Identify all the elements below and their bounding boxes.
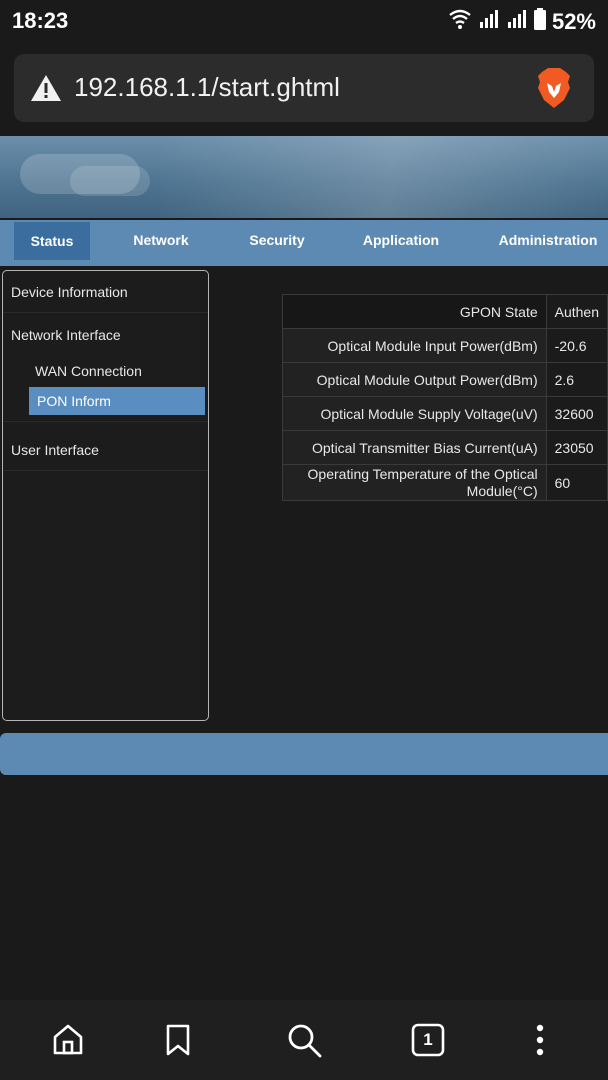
router-banner	[0, 136, 608, 218]
row-label: GPON State	[282, 294, 547, 329]
row-value: 60	[545, 464, 608, 501]
row-value: 2.6	[545, 362, 608, 397]
sidebar-item-device-information[interactable]: Device Information	[3, 271, 208, 313]
row-value: 23050	[545, 430, 608, 465]
pon-info-table-wrap: GPON State Authen Optical Module Input P…	[282, 294, 608, 504]
row-label: Operating Temperature of the Optical Mod…	[282, 464, 547, 501]
row-value: 32600	[545, 396, 608, 431]
home-icon	[53, 1024, 83, 1055]
bookmark-icon	[166, 1024, 190, 1056]
browser-bottom-nav: 1	[0, 1000, 608, 1080]
wifi-icon	[448, 8, 472, 35]
signal-icon	[506, 8, 528, 35]
warning-icon[interactable]	[30, 74, 62, 107]
table-row: Operating Temperature of the Optical Mod…	[282, 464, 608, 501]
tabs-button[interactable]: 1	[408, 1020, 448, 1060]
status-icons: 52%	[448, 8, 596, 35]
table-row: Optical Module Input Power(dBm) -20.6	[282, 328, 608, 363]
sidebar-item-user-interface[interactable]: User Interface	[3, 429, 208, 471]
brave-shield-icon[interactable]	[536, 68, 572, 113]
sidebar: Device Information Network Interface WAN…	[2, 270, 209, 721]
tab-count: 1	[423, 1030, 433, 1049]
status-time: 18:23	[12, 8, 69, 33]
sidebar-item-network-interface[interactable]: Network Interface	[3, 323, 208, 347]
tab-application[interactable]: Application	[350, 220, 452, 266]
tab-administration[interactable]: Administration	[486, 220, 608, 266]
status-bar: 18:23 52%	[0, 0, 608, 42]
pon-info-table: GPON State Authen Optical Module Input P…	[282, 294, 608, 501]
battery-level: 52%	[551, 8, 596, 34]
tab-network[interactable]: Network	[118, 220, 204, 266]
address-bar[interactable]: 192.168.1.1/start.ghtml	[14, 54, 594, 122]
table-row: Optical Module Output Power(dBm) 2.6	[282, 362, 608, 397]
row-label: Optical Module Input Power(dBm)	[282, 328, 547, 363]
table-row: Optical Transmitter Bias Current(uA) 230…	[282, 430, 608, 465]
bookmark-button[interactable]	[158, 1020, 198, 1060]
page-footer-bar	[0, 733, 608, 775]
row-label: Optical Transmitter Bias Current(uA)	[282, 430, 547, 465]
url-text[interactable]: 192.168.1.1/start.ghtml	[74, 72, 340, 103]
signal-icon	[478, 8, 500, 35]
menu-button[interactable]	[520, 1020, 560, 1060]
row-label: Optical Module Output Power(dBm)	[282, 362, 547, 397]
table-row: Optical Module Supply Voltage(uV) 32600	[282, 396, 608, 431]
tab-status[interactable]: Status	[14, 222, 90, 260]
search-icon	[288, 1024, 322, 1058]
sidebar-item-pon-inform[interactable]: PON Inform	[29, 387, 205, 415]
sidebar-item-wan-connection[interactable]: WAN Connection	[29, 359, 142, 383]
main-nav: Status Network Security Application Admi…	[0, 220, 608, 266]
row-label: Optical Module Supply Voltage(uV)	[282, 396, 547, 431]
table-row: GPON State Authen	[282, 294, 608, 329]
search-button[interactable]	[284, 1020, 324, 1060]
row-value: Authen	[545, 294, 608, 329]
row-value: -20.6	[545, 328, 608, 363]
home-button[interactable]	[48, 1020, 88, 1060]
battery-icon	[533, 8, 546, 35]
more-vertical-icon	[536, 1024, 544, 1056]
tab-security[interactable]: Security	[234, 220, 320, 266]
